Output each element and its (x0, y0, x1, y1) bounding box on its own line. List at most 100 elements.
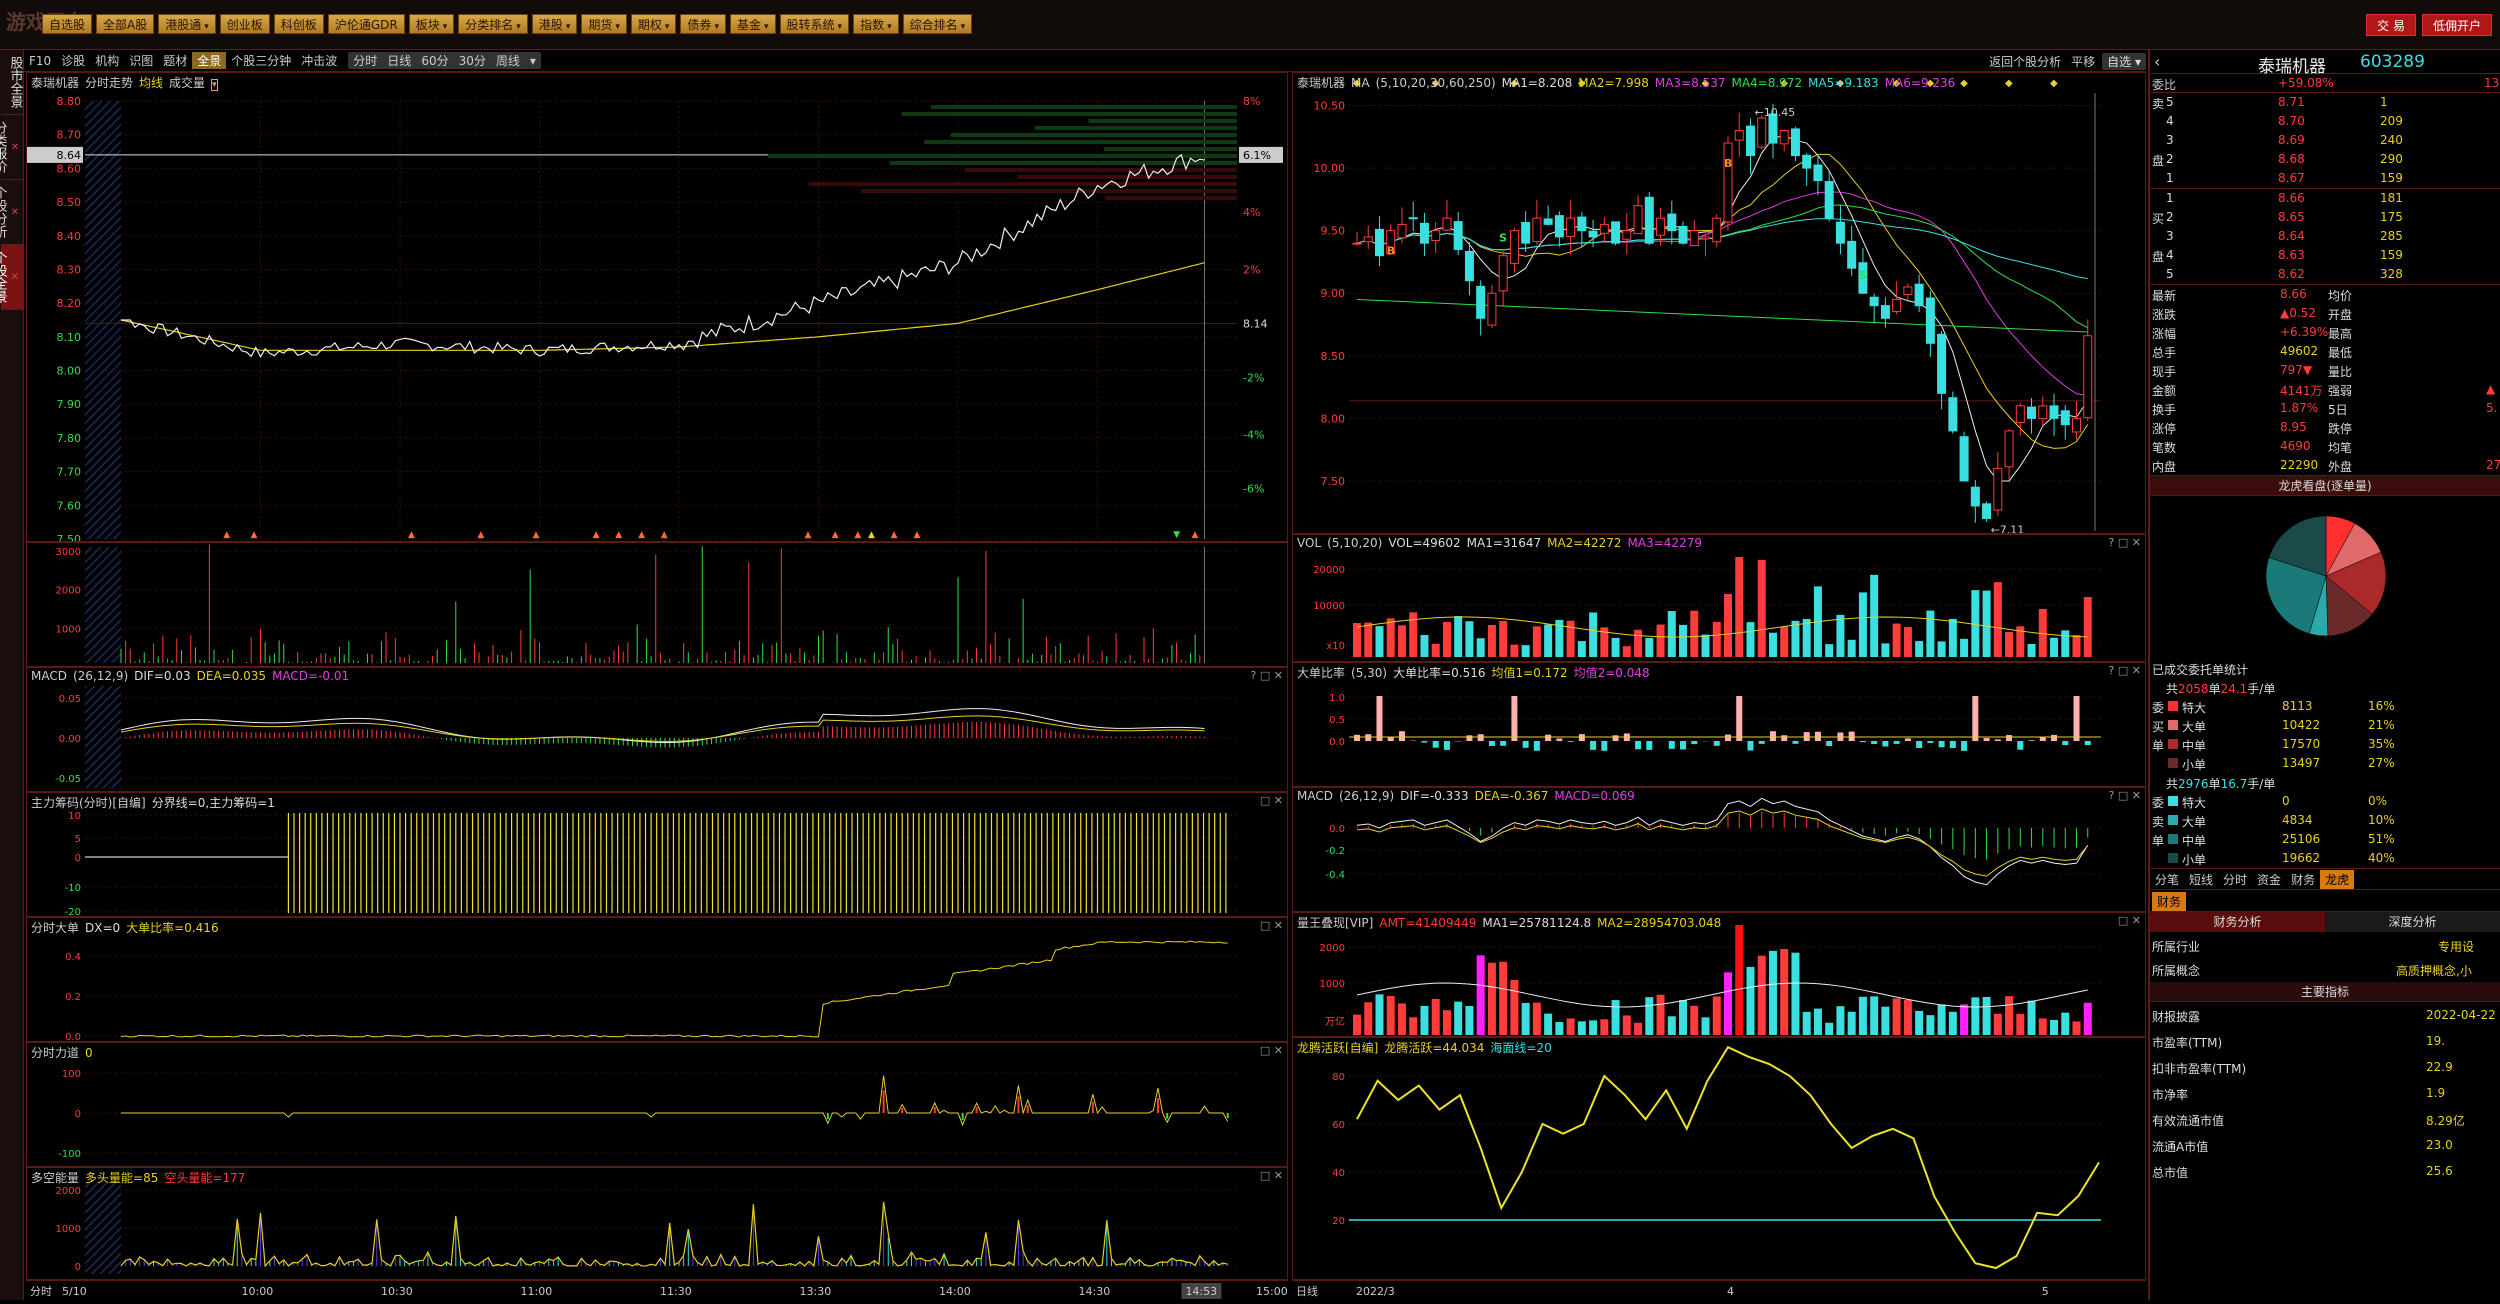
market-button[interactable]: 基金▾ (730, 14, 776, 34)
close-icon[interactable]: ✕ (7, 121, 23, 173)
zhuli-title[interactable]: 主力筹码(分时)[自编] (31, 796, 146, 810)
panel-controls[interactable]: ? □ ✕ (1251, 669, 1283, 682)
market-button[interactable]: 创业板 (220, 14, 270, 34)
macd-title[interactable]: MACD (31, 669, 67, 683)
macd-chart[interactable]: 0.050.00-0.05 (27, 668, 1287, 791)
market-button[interactable]: 沪伦通GDR (328, 14, 405, 34)
quote-tab[interactable]: 短线 (2184, 870, 2218, 889)
daily-dadan-title[interactable]: 大单比率 (1297, 666, 1345, 680)
back-arrow-icon[interactable]: ‹ (2154, 52, 2160, 71)
nav-tab[interactable]: ✕分类报价 (1, 115, 23, 180)
fin-tab[interactable]: 财务 (2152, 892, 2186, 911)
order-book-row[interactable]: 18.66181 (2150, 189, 2500, 208)
daily-dadan-chart[interactable]: 1.00.50.0 (1293, 663, 2145, 786)
close-icon[interactable]: ✕ (7, 186, 23, 238)
duokong-title[interactable]: 多空能量 (31, 1171, 79, 1185)
order-book-row[interactable]: 38.69240 (2150, 131, 2500, 150)
subbar-item[interactable]: 题材 (158, 52, 192, 69)
period-tab[interactable]: 日线 (382, 52, 416, 69)
market-button[interactable]: 板块▾ (409, 14, 455, 34)
lianghua-chart[interactable]: 20001000万亿 (1293, 913, 2145, 1036)
panel-controls[interactable]: ? □ ✕ (2109, 789, 2141, 802)
panel-controls[interactable]: ? □ ✕ (2109, 536, 2141, 549)
order-book-row[interactable]: 58.62328 (2150, 265, 2500, 284)
subbar-right-item[interactable]: 平移 (2066, 53, 2100, 70)
market-button[interactable]: 全部A股 (96, 14, 154, 34)
open-account-button[interactable]: 低佣开户 (2422, 14, 2492, 36)
panel-controls[interactable]: □ ✕ (1260, 1044, 1283, 1057)
period-tab[interactable]: 周线 (491, 52, 525, 69)
market-button[interactable]: 期权▾ (631, 14, 677, 34)
candle-body (1623, 231, 1631, 240)
quote-tab[interactable]: 分时 (2218, 870, 2252, 889)
order-book-row[interactable]: 48.70209 (2150, 112, 2500, 131)
subbar-right-item[interactable]: 自选 ▾ (2102, 53, 2146, 70)
subbar-item[interactable]: 个股三分钟 (226, 52, 296, 69)
deep-analysis-tab[interactable]: 深度分析 (2325, 912, 2500, 932)
order-book-row[interactable]: 盘48.63159 (2150, 246, 2500, 265)
market-button[interactable]: 综合排名▾ (903, 14, 973, 34)
quote-tab[interactable]: 分笔 (2150, 870, 2184, 889)
period-tab[interactable]: 60分 (416, 52, 453, 69)
subbar-item[interactable]: 冲击波 (296, 52, 342, 69)
subbar-item[interactable]: F10 (24, 54, 56, 68)
market-button[interactable]: 港股▾ (532, 14, 578, 34)
lidao-chart[interactable]: 1000-100 (27, 1043, 1287, 1166)
panel-controls[interactable]: □ ✕ (2118, 914, 2141, 927)
period-tab[interactable]: 30分 (454, 52, 491, 69)
industry-value[interactable]: 专用设 (2438, 938, 2474, 955)
subbar-item[interactable]: 全景 (192, 52, 226, 69)
subbar-item[interactable]: 识图 (124, 52, 158, 69)
trade-button[interactable]: 交 易 (2366, 14, 2416, 36)
concept-value[interactable]: 高质押概念,小 (2396, 962, 2472, 979)
vol-title[interactable]: VOL (1297, 536, 1321, 550)
intraday-volume-chart[interactable]: 300020001000 (27, 543, 1287, 666)
period-tab[interactable]: 分时 (348, 52, 382, 69)
panel-controls[interactable]: □ ✕ (1260, 794, 1283, 807)
market-button[interactable]: 期货▾ (581, 14, 627, 34)
lianghua-title[interactable]: 量王叠现[VIP] (1297, 916, 1373, 930)
market-button[interactable]: 港股通▾ (158, 14, 216, 34)
close-icon[interactable]: ✕ (7, 251, 23, 303)
market-button[interactable]: 股转系统▾ (780, 14, 850, 34)
market-button[interactable]: 自选股 (42, 14, 92, 34)
order-book-row[interactable]: 买28.65175 (2150, 208, 2500, 227)
daily-kline-chart[interactable]: 10.5010.009.509.008.508.007.50◆◆◆◆◆◆◆◆◆◆… (1293, 73, 2145, 533)
dadan-bar (1916, 741, 1922, 748)
dropdown-icon[interactable]: ▾ (211, 79, 218, 91)
order-book-row[interactable]: 18.67159 (2150, 169, 2500, 188)
chevron-down-icon[interactable]: ▾ (525, 54, 541, 68)
market-button[interactable]: 指数▾ (853, 14, 899, 34)
dadan-chart[interactable]: 0.40.20.0 (27, 918, 1287, 1041)
panel-controls[interactable]: ? □ ✕ (2109, 664, 2141, 677)
intraday-chart[interactable]: 8.808.708.648.608.508.408.308.208.108.00… (27, 73, 1287, 541)
market-button[interactable]: 债券▾ (680, 14, 726, 34)
daily-macd-chart[interactable]: 0.0-0.2-0.4 (1293, 788, 2145, 911)
lidao-title[interactable]: 分时力道 (31, 1046, 79, 1060)
order-book-row[interactable]: 卖58.711 (2150, 93, 2500, 112)
subbar-right-item[interactable]: 返回个股分析 (1984, 53, 2066, 70)
market-button[interactable]: 分类排名▾ (458, 14, 528, 34)
daily-macd-title[interactable]: MACD (1297, 789, 1333, 803)
nav-tab[interactable]: ✕个股全景 (1, 245, 23, 310)
order-book-row[interactable]: 38.64285 (2150, 227, 2500, 246)
dadan-title[interactable]: 分时大单 (31, 921, 79, 935)
fin-analysis-tab[interactable]: 财务分析 (2150, 912, 2325, 932)
nav-tab[interactable]: ✕个股分析 (1, 180, 23, 245)
longteng-title[interactable]: 龙腾活跃[自编] (1297, 1041, 1378, 1055)
quote-tab[interactable]: 财务 (2286, 870, 2320, 889)
subbar-item[interactable]: 机构 (90, 52, 124, 69)
panel-controls[interactable]: □ ✕ (1260, 919, 1283, 932)
daily-vol-chart[interactable]: 2000010000x10 (1293, 535, 2145, 661)
quote-tab[interactable]: 龙虎 (2320, 870, 2354, 889)
longteng-chart[interactable]: 80604020 (1293, 1038, 2145, 1279)
ma-label[interactable]: MA (1351, 76, 1370, 90)
order-book-row[interactable]: 盘28.68290 (2150, 150, 2500, 169)
quote-tab[interactable]: 资金 (2252, 870, 2286, 889)
zhuli-chart[interactable]: 1050-10-20 (27, 793, 1287, 916)
panel-controls[interactable]: □ ✕ (1260, 1169, 1283, 1182)
nav-tab[interactable]: 股市全景 (1, 50, 23, 115)
market-button[interactable]: 科创板 (274, 14, 324, 34)
subbar-item[interactable]: 诊股 (56, 52, 90, 69)
lianghua-bar (1398, 1003, 1406, 1035)
